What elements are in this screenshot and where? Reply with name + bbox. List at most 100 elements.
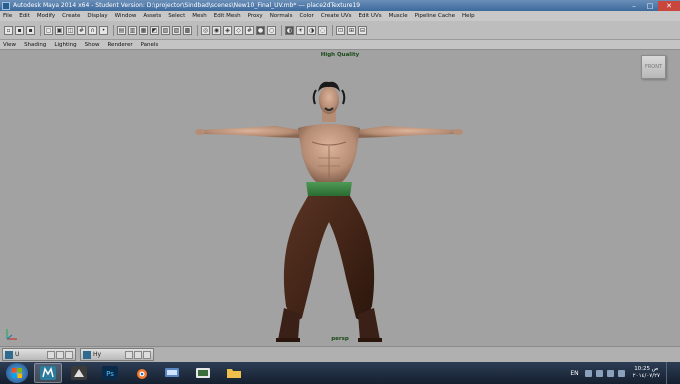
menu-color[interactable]: Color <box>299 13 313 19</box>
menu-edit-mesh[interactable]: Edit Mesh <box>214 13 241 19</box>
toolbar-divider <box>281 24 282 36</box>
menu-edit-uvs[interactable]: Edit UVs <box>359 13 382 19</box>
restore-button[interactable] <box>47 350 55 359</box>
panel-menu-show[interactable]: Show <box>85 42 100 48</box>
start-button[interactable] <box>6 363 28 383</box>
maya-window-icon <box>5 350 13 359</box>
close-button[interactable] <box>65 350 73 359</box>
minimized-window-label: Hy <box>93 351 102 358</box>
menu-window[interactable]: Window <box>115 13 137 19</box>
open-scene-icon[interactable]: ▪ <box>15 25 24 35</box>
panel-menu-renderer[interactable]: Renderer <box>107 42 132 48</box>
tray-flag-icon[interactable] <box>595 369 603 377</box>
camera-label: persp <box>331 336 349 342</box>
tray-network-icon[interactable] <box>606 369 614 377</box>
maximize-button[interactable]: □ <box>642 1 658 11</box>
system-tray: EN 10:25 ص ٢٠١٤/٠٧/٢٧ <box>570 362 680 384</box>
menu-normals[interactable]: Normals <box>270 13 293 19</box>
lights-icon[interactable]: ☀ <box>296 25 305 35</box>
attribute-editor-icon[interactable]: ▧ <box>161 25 170 35</box>
taskbar-network[interactable] <box>158 363 186 383</box>
snap-grid-icon[interactable]: # <box>77 25 86 35</box>
minimize-button[interactable]: – <box>626 1 642 11</box>
restore-button[interactable] <box>125 350 133 359</box>
mudbox-icon <box>71 366 87 380</box>
hypershade-icon <box>83 350 91 359</box>
select-hierarchy-icon[interactable]: ▢ <box>44 25 53 35</box>
snap-curve-icon[interactable]: ∩ <box>88 25 97 35</box>
tool-settings-icon[interactable]: ▨ <box>172 25 181 35</box>
textured-icon[interactable]: ◐ <box>285 25 294 35</box>
svg-text:Ps: Ps <box>106 370 114 378</box>
maximize-button[interactable] <box>134 350 142 359</box>
xray-joints-icon[interactable]: ⊞ <box>347 25 356 35</box>
panel-menubar: View Shading Lighting Show Renderer Pane… <box>0 40 680 50</box>
taskbar-maya[interactable] <box>34 363 62 383</box>
ipr-render-icon[interactable]: ▥ <box>128 25 137 35</box>
viewport-persp[interactable]: High Quality FRONT persp <box>0 50 680 346</box>
menu-create-uvs[interactable]: Create UVs <box>321 13 352 19</box>
show-desktop-button[interactable] <box>666 362 674 384</box>
hud-toggle-icon[interactable]: ⊟ <box>358 25 367 35</box>
render-settings-icon[interactable]: ▦ <box>139 25 148 35</box>
minimized-window-label: U <box>15 351 20 358</box>
image-plane-icon[interactable]: ◇ <box>234 25 243 35</box>
save-scene-icon[interactable]: ▪ <box>26 25 35 35</box>
tray-volume-icon[interactable] <box>617 369 625 377</box>
minimized-window-u[interactable]: U <box>2 348 76 361</box>
taskbar-media[interactable] <box>189 363 217 383</box>
panel-menu-lighting[interactable]: Lighting <box>54 42 76 48</box>
title-bar: Autodesk Maya 2014 x64 - Student Version… <box>0 0 680 11</box>
wireframe-icon[interactable]: ○ <box>267 25 276 35</box>
windows-logo-icon <box>12 368 22 378</box>
snap-point-icon[interactable]: • <box>99 25 108 35</box>
isolate-select-icon[interactable]: ⊡ <box>336 25 345 35</box>
select-component-icon[interactable]: ◫ <box>66 25 75 35</box>
media-player-icon <box>196 368 210 378</box>
language-indicator[interactable]: EN <box>570 370 578 377</box>
close-button[interactable]: ✕ <box>658 0 680 11</box>
menu-help[interactable]: Help <box>462 13 475 19</box>
render-icon[interactable]: ▤ <box>117 25 126 35</box>
menu-assets[interactable]: Assets <box>143 13 161 19</box>
clock[interactable]: 10:25 ص ٢٠١٤/٠٧/٢٧ <box>633 366 660 380</box>
camera-select-icon[interactable]: ◎ <box>201 25 210 35</box>
minimized-window-hy[interactable]: Hy <box>80 348 154 361</box>
panel-menu-panels[interactable]: Panels <box>141 42 159 48</box>
panel-menu-shading[interactable]: Shading <box>24 42 46 48</box>
menu-muscle[interactable]: Muscle <box>389 13 408 19</box>
menu-modify[interactable]: Modify <box>37 13 55 19</box>
menu-edit[interactable]: Edit <box>19 13 30 19</box>
taskbar-explorer[interactable] <box>220 363 248 383</box>
maximize-button[interactable] <box>56 350 64 359</box>
menu-create[interactable]: Create <box>62 13 80 19</box>
close-button[interactable] <box>143 350 151 359</box>
select-object-icon[interactable]: ▣ <box>55 25 64 35</box>
menu-mesh[interactable]: Mesh <box>192 13 206 19</box>
menu-pipeline-cache[interactable]: Pipeline Cache <box>415 13 455 19</box>
menu-file[interactable]: File <box>3 13 12 19</box>
shadows-icon[interactable]: ◑ <box>307 25 316 35</box>
taskbar-blender[interactable] <box>127 363 155 383</box>
menu-select[interactable]: Select <box>168 13 185 19</box>
new-scene-icon[interactable]: ▫ <box>4 25 13 35</box>
menu-proxy[interactable]: Proxy <box>248 13 263 19</box>
toolbar-divider <box>113 24 114 36</box>
tray-arrow-icon[interactable] <box>584 369 592 377</box>
bookmark-icon[interactable]: ◈ <box>223 25 232 35</box>
character-model[interactable] <box>0 50 680 346</box>
panel-menu-view[interactable]: View <box>3 42 16 48</box>
xray-icon[interactable]: ◌ <box>318 25 327 35</box>
taskbar-photoshop[interactable]: Ps <box>96 363 124 383</box>
smooth-shade-icon[interactable]: ● <box>256 25 265 35</box>
menu-display[interactable]: Display <box>87 13 107 19</box>
channel-box-icon[interactable]: ▩ <box>183 25 192 35</box>
camera-attributes-icon[interactable]: ◉ <box>212 25 221 35</box>
windows-taskbar: Ps EN 10:25 ص ٢٠١٤/٠٧/٢٧ <box>0 362 680 384</box>
hypershade-icon[interactable]: ◩ <box>150 25 159 35</box>
viewcube[interactable]: FRONT <box>641 55 666 79</box>
grid-toggle-icon[interactable]: # <box>245 25 254 35</box>
toolbar-divider <box>332 24 333 36</box>
taskbar-mudbox[interactable] <box>65 363 93 383</box>
photoshop-icon: Ps <box>102 366 118 380</box>
